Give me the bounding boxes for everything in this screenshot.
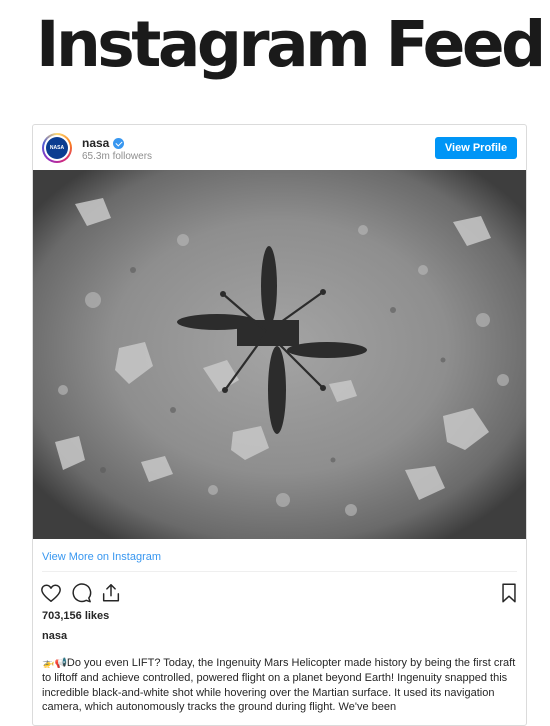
- post-header: NASA nasa 65.3m followers View Profile: [33, 125, 526, 170]
- page-title: Instagram Feed: [36, 8, 546, 81]
- nasa-logo: NASA: [46, 137, 68, 159]
- mars-surface-photo: [33, 170, 526, 539]
- follower-count: 65.3m followers: [82, 151, 153, 162]
- avatar[interactable]: NASA: [42, 133, 72, 163]
- post-image[interactable]: [33, 170, 526, 539]
- username[interactable]: nasa: [82, 136, 109, 150]
- comment-icon[interactable]: [70, 582, 92, 604]
- like-count: 703,156 likes: [42, 610, 110, 622]
- verified-badge-icon: [113, 137, 125, 149]
- instagram-post-card: NASA nasa 65.3m followers View Profile V…: [32, 124, 527, 726]
- divider: [42, 571, 517, 572]
- caption-text: Do you even LIFT? Today, the Ingenuity M…: [42, 657, 516, 714]
- view-profile-button[interactable]: View Profile: [435, 137, 517, 159]
- view-more-link[interactable]: View More on Instagram: [42, 551, 161, 563]
- post-caption: 🚁📢Do you even LIFT? Today, the Ingenuity…: [42, 656, 520, 715]
- share-icon[interactable]: [100, 582, 122, 604]
- caption-emoji: 🚁📢: [42, 658, 67, 669]
- heart-icon[interactable]: [40, 582, 62, 604]
- bookmark-icon[interactable]: [498, 582, 520, 604]
- post-actions: [40, 582, 122, 604]
- caption-author[interactable]: nasa: [42, 630, 67, 642]
